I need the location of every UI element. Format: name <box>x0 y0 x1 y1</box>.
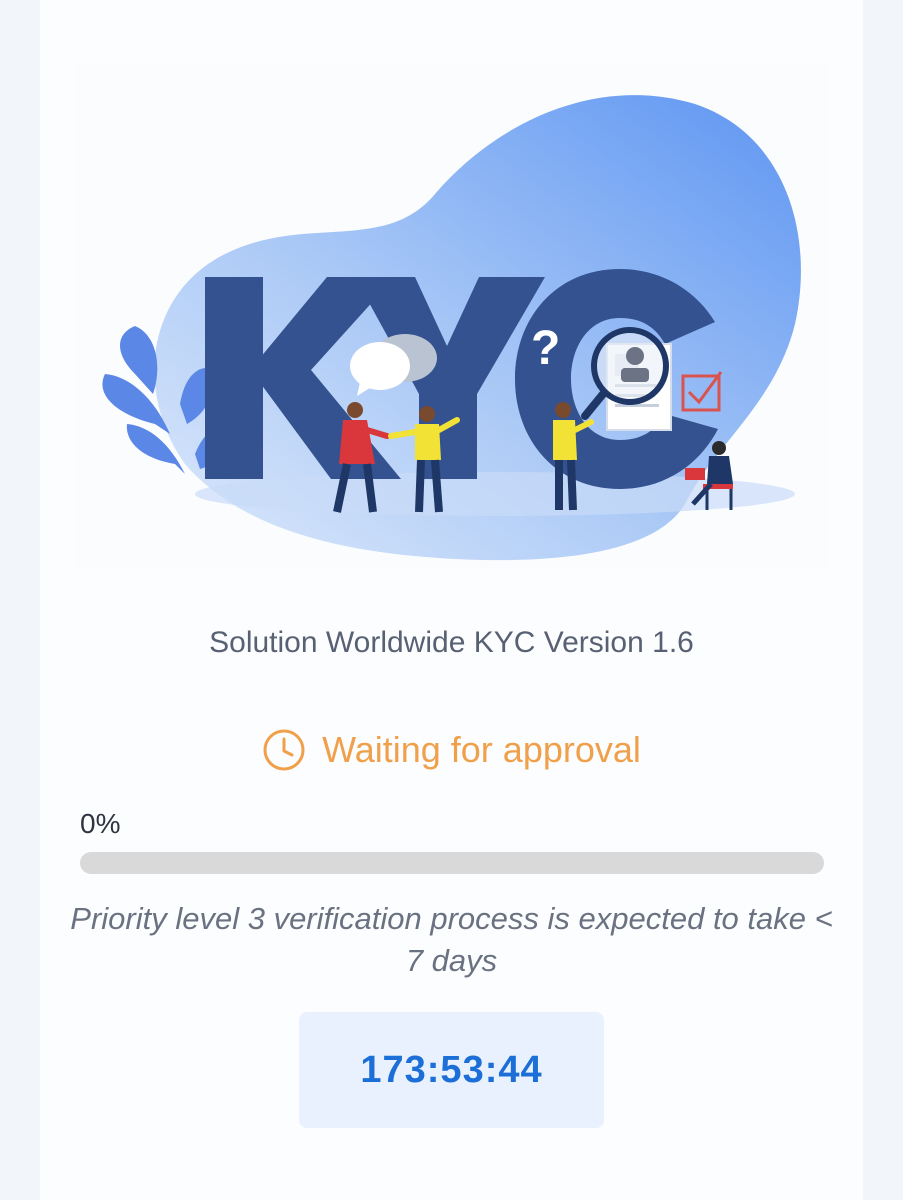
status-label: Waiting for approval <box>322 729 641 770</box>
status-row: Waiting for approval <box>0 728 903 772</box>
clock-icon <box>263 729 305 771</box>
progress-bar <box>80 852 824 874</box>
kyc-illustration: ? <box>75 64 827 568</box>
progress-percent: 0% <box>80 808 121 839</box>
version-label: Solution Worldwide KYC Version 1.6 <box>209 626 694 659</box>
kyc-illustration-svg: ? <box>102 95 801 561</box>
verification-note: Priority level 3 verification process is… <box>70 901 833 978</box>
countdown-timer: 173:53:44 <box>360 1048 543 1091</box>
countdown-box: 173:53:44 <box>299 1012 604 1128</box>
question-mark-icon: ? <box>531 322 560 375</box>
